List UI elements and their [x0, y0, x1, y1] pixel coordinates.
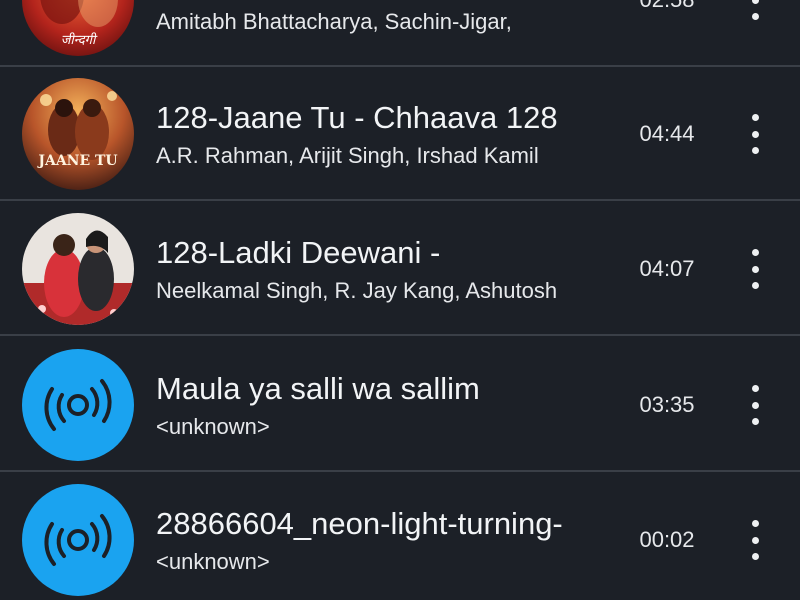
album-art-image: जीन्दगी [22, 0, 134, 56]
album-art-image: JAANE TU [22, 78, 134, 190]
album-art: जीन्दगी [22, 0, 134, 56]
song-row[interactable]: Maula ya salli wa sallim <unknown> 03:35 [0, 338, 800, 472]
song-artist: Neelkamal Singh, R. Jay Kang, Ashutosh [156, 278, 558, 303]
more-options-icon[interactable] [740, 114, 770, 154]
song-list: जीन्दगी Amitabh Bhattacharya, Sachin-Jig… [0, 0, 800, 600]
song-row[interactable]: JAANE TU 128-Jaane Tu - Chhaava 128 A.R.… [0, 67, 800, 201]
song-duration: 04:44 [639, 121, 695, 146]
song-row[interactable]: जीन्दगी Amitabh Bhattacharya, Sachin-Jig… [0, 0, 800, 67]
song-artist: <unknown> [156, 414, 270, 439]
more-options-icon[interactable] [740, 520, 770, 560]
song-artist: Amitabh Bhattacharya, Sachin-Jigar, [156, 9, 512, 34]
song-duration: 00:02 [639, 527, 695, 552]
song-artist: <unknown> [156, 549, 270, 574]
song-row[interactable]: 28866604_neon-light-turning- <unknown> 0… [0, 473, 800, 600]
song-duration: 04:07 [639, 256, 695, 281]
album-art-text: JAANE TU [36, 153, 117, 169]
song-title: 128-Jaane Tu - Chhaava 128 [156, 100, 558, 135]
more-options-icon[interactable] [740, 249, 770, 289]
album-art: JAANE TU [22, 78, 134, 190]
disc-icon [22, 484, 134, 596]
song-artist: A.R. Rahman, Arijit Singh, Irshad Kamil [156, 143, 539, 168]
song-duration: 02:58 [622, 0, 712, 14]
song-title: Maula ya salli wa sallim [156, 371, 480, 406]
song-title: 128-Ladki Deewani - [156, 235, 441, 270]
album-art [22, 213, 134, 325]
album-art-text: जीन्दगी [61, 32, 98, 48]
song-duration: 03:35 [639, 392, 695, 417]
disc-icon [22, 349, 134, 461]
more-options-icon[interactable] [740, 385, 770, 425]
song-title: 28866604_neon-light-turning- [156, 506, 563, 541]
song-row[interactable]: 128-Ladki Deewani - Neelkamal Singh, R. … [0, 202, 800, 336]
album-art-image [22, 213, 134, 325]
more-options-icon[interactable] [740, 0, 770, 20]
